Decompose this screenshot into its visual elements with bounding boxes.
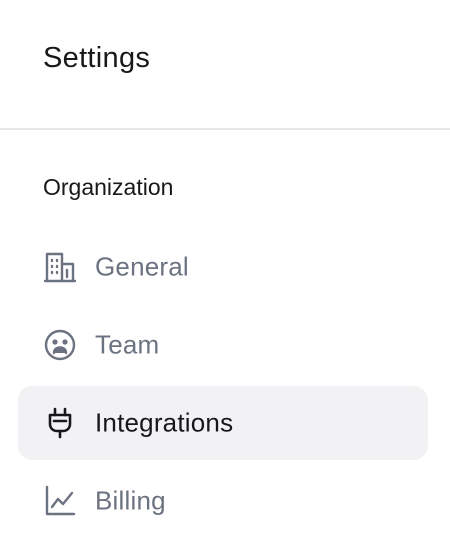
line-chart-icon	[43, 484, 77, 518]
sidebar-item-label: Billing	[95, 485, 166, 516]
page-title: Settings	[43, 42, 151, 74]
section-label-organization: Organization	[43, 174, 174, 200]
sidebar-item-label: General	[95, 251, 189, 282]
building-icon	[43, 250, 77, 284]
face-icon	[43, 328, 77, 362]
sidebar-item-label: Integrations	[95, 407, 234, 438]
settings-sidebar: Settings Organization General Team Integ…	[0, 0, 450, 550]
sidebar-item-team[interactable]: Team	[18, 308, 428, 382]
sidebar-item-integrations[interactable]: Integrations	[18, 386, 428, 460]
sidebar-header: Settings	[0, 0, 450, 130]
sidebar-item-billing[interactable]: Billing	[18, 464, 428, 538]
sidebar-item-label: Team	[95, 329, 160, 360]
sidebar-item-general[interactable]: General	[18, 230, 428, 304]
plug-icon	[43, 406, 77, 440]
